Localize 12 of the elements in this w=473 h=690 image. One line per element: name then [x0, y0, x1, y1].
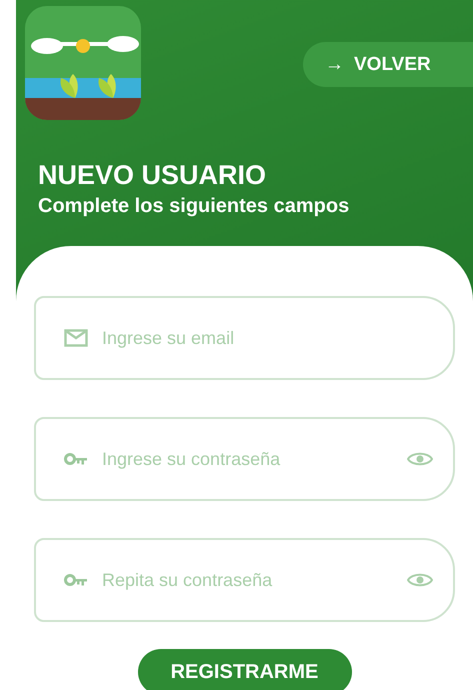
- back-button[interactable]: → VOLVER: [303, 42, 473, 87]
- password-field[interactable]: Ingrese su contraseña: [100, 448, 395, 470]
- page-subtitle: Complete los siguientes campos: [38, 195, 350, 218]
- register-button[interactable]: REGISTRARME: [138, 649, 352, 690]
- email-field[interactable]: Ingrese su email: [100, 326, 433, 350]
- eye-icon[interactable]: [407, 451, 433, 467]
- mail-icon: [64, 329, 88, 347]
- key-icon: [64, 573, 88, 587]
- key-icon: [64, 452, 88, 466]
- eye-icon[interactable]: [407, 572, 433, 588]
- page-title: NUEVO USUARIO: [38, 160, 268, 191]
- password-field[interactable]: Repita su contraseña: [100, 568, 395, 592]
